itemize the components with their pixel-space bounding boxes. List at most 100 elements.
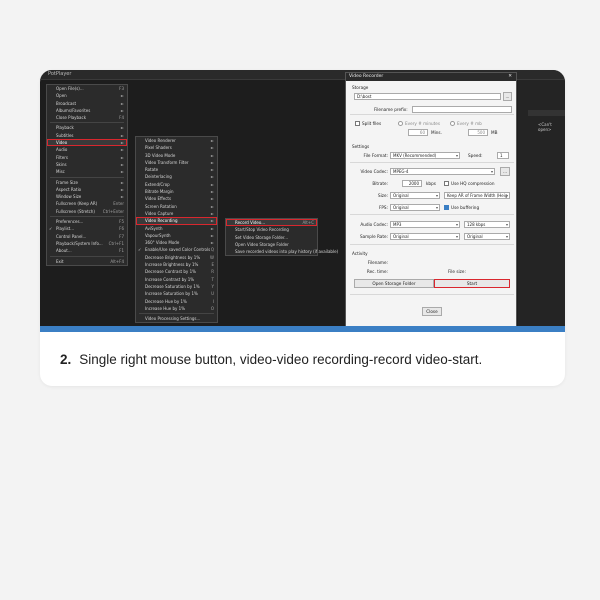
menu-item[interactable]: Open ► bbox=[47, 92, 127, 99]
menu-item-shortcut: O bbox=[210, 305, 214, 311]
menu-item[interactable]: Set Video Storage Folder... bbox=[226, 234, 317, 241]
menu-item[interactable]: Rotate ► bbox=[136, 166, 217, 173]
menu-item-label: Audio bbox=[56, 147, 68, 153]
menu-item[interactable]: Decrease Brightness by 1% W bbox=[136, 254, 217, 261]
menu-item[interactable]: Playlist... F6 bbox=[47, 225, 127, 233]
menu-item-shortcut: ► bbox=[120, 161, 124, 167]
menu-item[interactable]: Playback ► bbox=[47, 124, 127, 131]
filename-prefix-label: Filename prefix: bbox=[374, 107, 408, 112]
menu-item[interactable]: 360° Video Mode ► bbox=[136, 239, 217, 246]
menu-item[interactable]: Video ► bbox=[47, 139, 127, 147]
hq-compression-checkbox[interactable] bbox=[444, 181, 449, 186]
menu-item[interactable]: Record Video... Alt+C bbox=[226, 219, 317, 227]
menu-item[interactable]: Start/Stop Video Recording bbox=[226, 226, 317, 233]
menu-item[interactable]: Aspect Ratio ► bbox=[47, 186, 127, 193]
menu-item[interactable]: Close Playback F4 bbox=[47, 114, 127, 121]
menu-item[interactable]: Decrease Hue by 1% I bbox=[136, 298, 217, 305]
menu-item[interactable]: Bitrate Margin ► bbox=[136, 188, 217, 195]
menu-item[interactable]: Save recorded videos into play history (… bbox=[226, 248, 338, 255]
menu-item[interactable]: Decrease Contrast by 1% R bbox=[136, 268, 217, 275]
menu-item[interactable]: Misc ► bbox=[47, 168, 127, 175]
menu-item[interactable]: Skins ► bbox=[47, 161, 127, 168]
menu-item[interactable]: Video Renderer ► bbox=[136, 137, 217, 144]
menu-item[interactable]: Frame Size ► bbox=[47, 179, 127, 186]
menu-item[interactable]: Open File(s)... F3 bbox=[47, 85, 127, 92]
menu-item[interactable]: AviSynth ► bbox=[136, 225, 217, 232]
menu-item[interactable]: Video Transform Filter ► bbox=[136, 159, 217, 166]
menu-item-shortcut: Alt+F4 bbox=[110, 258, 124, 264]
split-files-checkbox[interactable] bbox=[355, 121, 360, 126]
menu-item[interactable]: Open Video Storage Folder bbox=[226, 241, 317, 248]
menu-item[interactable]: VapourSynth ► bbox=[136, 232, 217, 239]
menu-item[interactable]: Extend/Crop ► bbox=[136, 181, 217, 188]
menu-item[interactable]: Decrease Saturation by 1% Y bbox=[136, 283, 217, 290]
every-minutes-label: Every # minutes bbox=[405, 121, 441, 126]
menu-item[interactable]: Video Recording ► bbox=[136, 217, 217, 225]
menu-item[interactable]: Subtitles ► bbox=[47, 132, 127, 139]
menu-item[interactable]: Fullscreen (Stretch) Ctrl+Enter bbox=[47, 208, 127, 215]
filename-prefix-input[interactable] bbox=[412, 106, 512, 113]
menu-item[interactable]: Video Effects ► bbox=[136, 195, 217, 202]
menu-item[interactable]: Playback/System Info... Ctrl+F1 bbox=[47, 240, 127, 247]
open-storage-folder-button[interactable]: Open Storage Folder bbox=[354, 279, 434, 288]
menu-item[interactable]: Increase Brightness by 1% E bbox=[136, 261, 217, 268]
start-button[interactable]: Start bbox=[434, 279, 510, 288]
menu-item[interactable]: Video Capture ► bbox=[136, 210, 217, 217]
menu-item[interactable]: Control Panel... F7 bbox=[47, 233, 127, 240]
menu-item[interactable]: Window Size ► bbox=[47, 193, 127, 200]
menu-item[interactable]: Preferences... F5 bbox=[47, 218, 127, 225]
menu-item[interactable]: Fullscreen (Keep AR) Enter bbox=[47, 200, 127, 207]
fps-select[interactable]: Original bbox=[390, 204, 440, 211]
every-mb-label: Every # mb bbox=[457, 121, 482, 126]
menu-item[interactable]: Filters ► bbox=[47, 154, 127, 161]
codec-settings-button[interactable]: ... bbox=[500, 167, 510, 176]
speed-input[interactable]: 1 bbox=[497, 152, 509, 159]
menu-item[interactable]: Deinterlacing ► bbox=[136, 173, 217, 180]
context-menu-main: Open File(s)... F3 Open ► Broadcast ► Albums/F… bbox=[46, 84, 128, 266]
audio-codec-select[interactable]: MP3 bbox=[390, 221, 460, 228]
menu-item[interactable]: Broadcast ► bbox=[47, 100, 127, 107]
dialog-title-bar: Video Recorder ✕ bbox=[346, 73, 516, 81]
divider bbox=[350, 162, 514, 163]
every-mb-radio[interactable] bbox=[450, 121, 455, 126]
menu-item-label: Decrease Brightness by 1% bbox=[145, 254, 201, 260]
menu-item-label: Increase Saturation by 1% bbox=[145, 291, 198, 297]
taskbar-strip bbox=[40, 326, 565, 332]
menu-item[interactable]: Audio ► bbox=[47, 146, 127, 153]
dialog-close-icon[interactable]: ✕ bbox=[508, 73, 512, 81]
menu-item[interactable]: Pixel Shaders ► bbox=[136, 144, 217, 151]
channels-select[interactable]: Original bbox=[464, 233, 510, 240]
every-minutes-radio[interactable] bbox=[398, 121, 403, 126]
menu-item-label: Rotate bbox=[145, 167, 159, 173]
menu-item[interactable]: 3D Video Mode ► bbox=[136, 152, 217, 159]
browse-button[interactable]: ... bbox=[503, 92, 512, 101]
menu-item-shortcut: ► bbox=[210, 181, 214, 187]
menu-item[interactable]: Exit Alt+F4 bbox=[47, 258, 127, 265]
menu-item-shortcut: F5 bbox=[119, 219, 124, 225]
size-select[interactable]: Original bbox=[390, 192, 440, 199]
menu-item[interactable]: Screen Rotation ► bbox=[136, 203, 217, 210]
menu-item[interactable]: Albums/Favorites ► bbox=[47, 107, 127, 114]
bitrate-input[interactable]: 2000 bbox=[402, 180, 422, 187]
close-button[interactable]: Close bbox=[422, 307, 442, 316]
audio-codec-label: Audio Codec: bbox=[360, 222, 388, 227]
menu-item[interactable]: Increase Hue by 1% O bbox=[136, 305, 217, 312]
screenshot-area: PotPlayer <Can't open> Open File(s)... F3… bbox=[40, 70, 565, 332]
menu-item-label: Playback bbox=[56, 125, 74, 131]
file-format-select[interactable]: MKV (Recommended) bbox=[390, 152, 460, 159]
menu-item[interactable]: Increase Saturation by 1% U bbox=[136, 290, 217, 297]
video-codec-select[interactable]: MPEG-4 bbox=[390, 168, 495, 175]
menu-item-label: Misc bbox=[56, 169, 65, 175]
sample-rate-select[interactable]: Original bbox=[390, 233, 460, 240]
menu-item[interactable]: Enable/Use saved Color ControlsQ bbox=[136, 246, 217, 254]
minutes-input[interactable]: 60 bbox=[408, 129, 428, 136]
menu-item[interactable]: Increase Contrast by 1% T bbox=[136, 276, 217, 283]
size-mode-select[interactable]: Keep AR of Frame Width (Heig bbox=[444, 192, 510, 199]
menu-item[interactable]: About... F1 bbox=[47, 247, 127, 254]
mb-input[interactable]: 500 bbox=[468, 129, 488, 136]
menu-item[interactable]: Video Processing Settings... bbox=[136, 315, 217, 322]
storage-path-input[interactable]: D:\bost bbox=[354, 93, 501, 100]
use-buffering-checkbox[interactable] bbox=[444, 205, 449, 210]
menu-item-label: Frame Size bbox=[56, 179, 78, 185]
audio-bitrate-select[interactable]: 128 kbps bbox=[464, 221, 510, 228]
